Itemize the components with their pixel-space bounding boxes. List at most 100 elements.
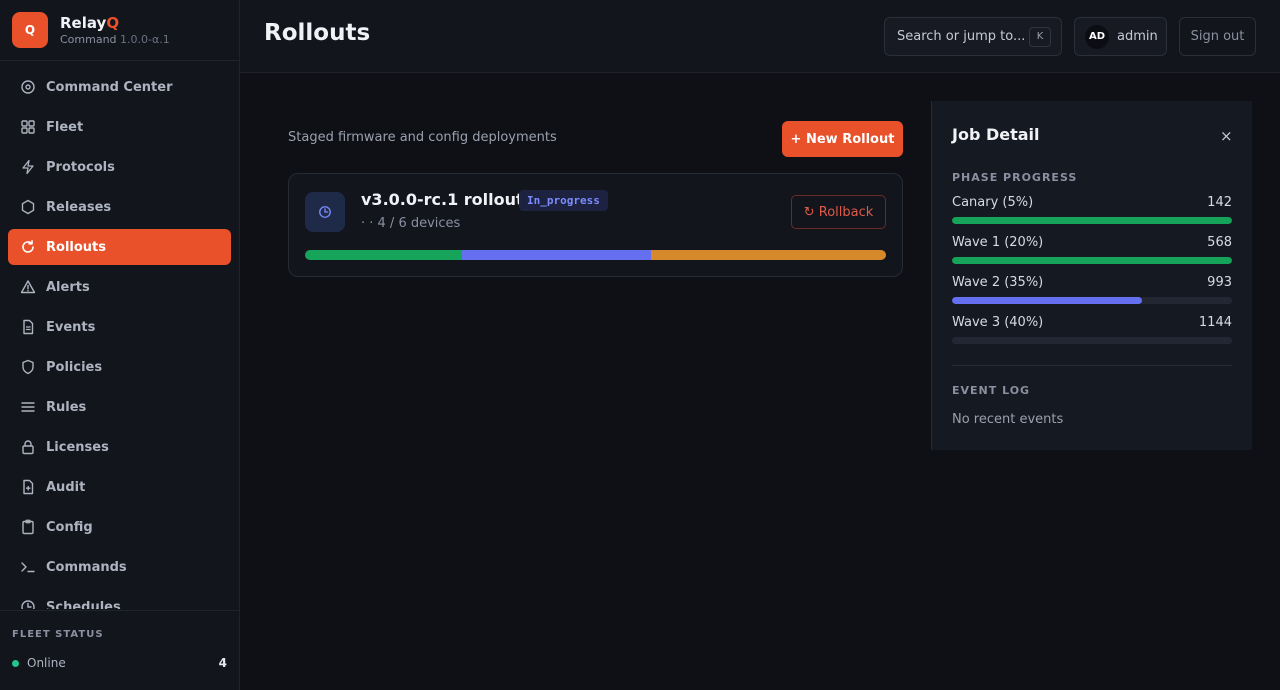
phase-row: Wave 1 (20%) 568 xyxy=(952,235,1232,275)
phase-row: Canary (5%) 142 xyxy=(952,195,1232,235)
phase-progress-fill xyxy=(952,257,1232,264)
bolt-icon xyxy=(20,159,36,175)
clock-icon xyxy=(20,599,36,609)
hexagon-icon xyxy=(20,199,36,215)
event-log-label: EVENT LOG xyxy=(952,384,1031,397)
sidebar-item-rollouts[interactable]: Rollouts xyxy=(8,229,231,265)
close-icon[interactable]: × xyxy=(1220,127,1233,145)
phase-name: Canary (5%) xyxy=(952,195,1034,210)
sidebar-item-config[interactable]: Config xyxy=(8,509,231,545)
avatar: AD xyxy=(1085,24,1109,49)
terminal-icon xyxy=(20,559,36,575)
fleet-status-panel: FLEET STATUS Online 4 xyxy=(0,610,239,690)
phase-count: 142 xyxy=(1207,195,1232,210)
progress-segment xyxy=(305,250,462,260)
fleet-status-title: FLEET STATUS xyxy=(12,629,104,640)
rollout-title: v3.0.0-rc.1 rollout xyxy=(361,190,524,209)
sidebar-item-licenses[interactable]: Licenses xyxy=(8,429,231,465)
sidebar-item-label: Audit xyxy=(46,479,86,495)
phase-count: 568 xyxy=(1207,235,1232,250)
phase-row: Wave 3 (40%) 1144 xyxy=(952,315,1232,355)
sidebar-item-label: Rules xyxy=(46,399,87,415)
sidebar-item-protocols[interactable]: Protocols xyxy=(8,149,231,185)
lock-icon xyxy=(20,439,36,455)
search-input[interactable]: Search or jump to... K xyxy=(884,17,1062,56)
sidebar-item-releases[interactable]: Releases xyxy=(8,189,231,225)
job-detail-panel: Job Detail × PHASE PROGRESS Canary (5%) 1… xyxy=(931,101,1252,450)
target-icon xyxy=(20,79,36,95)
warning-icon xyxy=(20,279,36,295)
sidebar: Q RelayQ Command 1.0.0-α.1 Command Cente… xyxy=(0,0,240,690)
shield-icon xyxy=(20,359,36,375)
phase-progress-track xyxy=(952,257,1232,264)
rollout-card[interactable]: v3.0.0-rc.1 rollout In_progress · · 4 / … xyxy=(288,173,903,277)
user-name: admin xyxy=(1117,29,1158,44)
document-icon xyxy=(20,319,36,335)
sidebar-item-fleet[interactable]: Fleet xyxy=(8,109,231,145)
app-name: RelayQ xyxy=(60,13,120,32)
sidebar-item-command-center[interactable]: Command Center xyxy=(8,69,231,105)
menu-icon xyxy=(20,399,36,415)
sidebar-item-label: Licenses xyxy=(46,439,109,455)
clock-icon xyxy=(305,192,345,232)
user-menu[interactable]: AD admin xyxy=(1074,17,1167,56)
fleet-online-count: 4 xyxy=(218,656,227,670)
sidebar-item-label: Events xyxy=(46,319,96,335)
sidebar-item-label: Protocols xyxy=(46,159,115,175)
phase-progress-track xyxy=(952,297,1232,304)
sidebar-item-label: Fleet xyxy=(46,119,84,135)
sign-out-button[interactable]: Sign out xyxy=(1179,17,1256,56)
sidebar-item-audit[interactable]: Audit xyxy=(8,469,231,505)
new-rollout-button[interactable]: + New Rollout xyxy=(782,121,903,157)
phase-progress-fill xyxy=(952,217,1232,224)
app-subtitle: Command 1.0.0-α.1 xyxy=(60,32,170,46)
sidebar-item-commands[interactable]: Commands xyxy=(8,549,231,585)
sidebar-item-label: Config xyxy=(46,519,93,535)
sidebar-nav: Command Center Fleet Protocols Releases Roll… xyxy=(0,69,239,609)
page-subtitle: Staged firmware and config deployments xyxy=(288,130,557,145)
fleet-online-label: Online xyxy=(27,656,66,670)
sidebar-item-label: Commands xyxy=(46,559,127,575)
divider xyxy=(952,365,1232,366)
status-badge: In_progress xyxy=(519,190,608,211)
grid-icon xyxy=(20,119,36,135)
sidebar-item-events[interactable]: Events xyxy=(8,309,231,345)
sidebar-item-label: Alerts xyxy=(46,279,90,295)
sidebar-item-alerts[interactable]: Alerts xyxy=(8,269,231,305)
phase-row: Wave 2 (35%) 993 xyxy=(952,275,1232,315)
sidebar-item-label: Rollouts xyxy=(46,239,106,255)
top-header: Rollouts Search or jump to... K AD admin… xyxy=(240,0,1280,73)
refresh-icon xyxy=(20,239,36,255)
sidebar-item-rules[interactable]: Rules xyxy=(8,389,231,425)
file-plus-icon xyxy=(20,479,36,495)
phase-count: 993 xyxy=(1207,275,1232,290)
progress-segment xyxy=(461,250,651,260)
phase-name: Wave 1 (20%) xyxy=(952,235,1044,250)
phase-progress-track xyxy=(952,337,1232,344)
search-shortcut-key: K xyxy=(1029,26,1051,47)
phase-progress-track xyxy=(952,217,1232,224)
phase-progress-label: PHASE PROGRESS xyxy=(952,171,1078,184)
sidebar-item-schedules[interactable]: Schedules xyxy=(8,589,231,609)
phase-count: 1144 xyxy=(1198,315,1232,330)
progress-segment xyxy=(650,250,886,260)
sidebar-item-label: Releases xyxy=(46,199,112,215)
sidebar-item-policies[interactable]: Policies xyxy=(8,349,231,385)
sidebar-item-label: Schedules xyxy=(46,599,121,610)
online-status-dot xyxy=(12,659,19,667)
clipboard-icon xyxy=(20,519,36,535)
fleet-online-row: Online 4 xyxy=(12,656,227,670)
sidebar-item-label: Command Center xyxy=(46,79,173,95)
event-log-empty: No recent events xyxy=(952,412,1064,427)
phase-name: Wave 2 (35%) xyxy=(952,275,1044,290)
phase-progress-fill xyxy=(952,297,1143,304)
brand-text: RelayQ Command 1.0.0-α.1 xyxy=(60,14,170,47)
app-logo[interactable]: Q xyxy=(12,12,48,48)
app-version: 1.0.0-α.1 xyxy=(120,32,170,46)
phase-name: Wave 3 (40%) xyxy=(952,315,1044,330)
rollback-button[interactable]: ↻ Rollback xyxy=(791,195,886,229)
job-detail-title: Job Detail xyxy=(952,125,1040,144)
page-title: Rollouts xyxy=(264,20,371,46)
search-placeholder: Search or jump to... xyxy=(897,29,1026,44)
brand-header: Q RelayQ Command 1.0.0-α.1 xyxy=(0,0,239,61)
